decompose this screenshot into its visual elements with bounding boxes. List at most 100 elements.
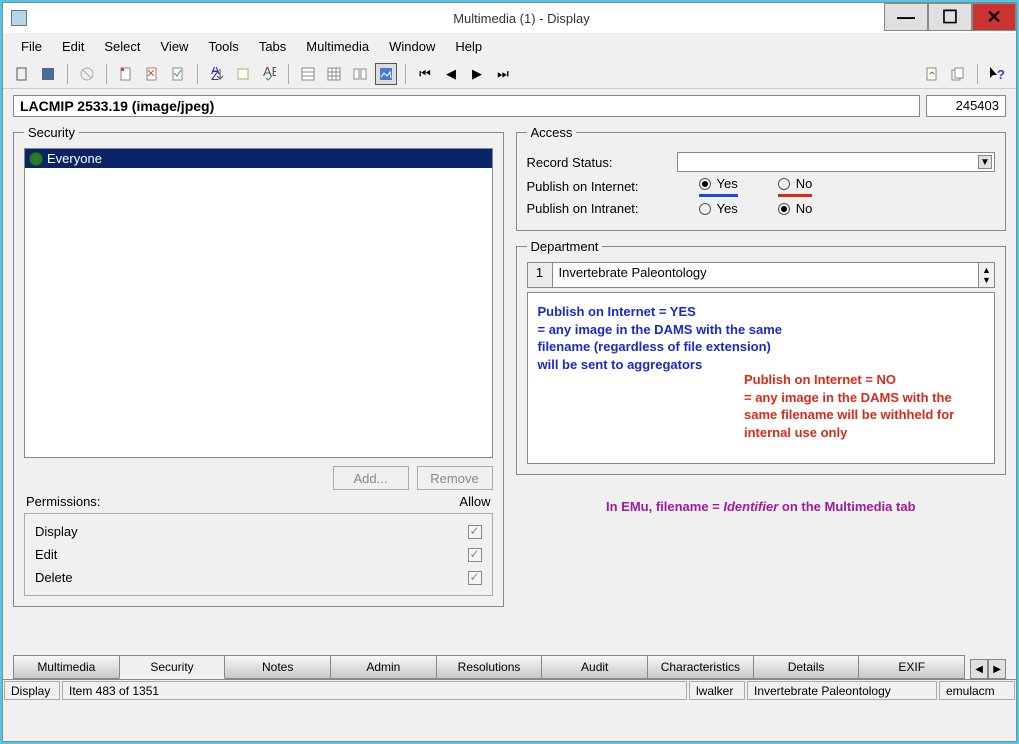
image-icon[interactable]	[375, 63, 397, 85]
first-icon[interactable]: ⏮	[414, 63, 436, 85]
svg-text:?: ?	[997, 67, 1005, 82]
tab-scroll-left-icon[interactable]: ◀	[970, 659, 988, 679]
status-host: emulacm	[939, 681, 1015, 700]
scrollbar-icon[interactable]: ▲▼	[979, 262, 995, 288]
svg-text:A: A	[211, 67, 220, 77]
security-list[interactable]: Everyone	[24, 148, 493, 458]
dim-icon	[76, 63, 98, 85]
menu-tabs[interactable]: Tabs	[251, 35, 294, 58]
record-header: LACMIP 2533.19 (image/jpeg) 245403	[3, 89, 1016, 121]
access-group: Access Record Status: ▼ Publish on Inter…	[516, 125, 1007, 231]
security-item[interactable]: Everyone	[25, 149, 492, 168]
permissions-header: Permissions:	[26, 494, 100, 509]
close-button[interactable]: ✕	[972, 3, 1016, 31]
tab-exif[interactable]: EXIF	[858, 655, 965, 679]
tab-details[interactable]: Details	[753, 655, 860, 679]
next-icon[interactable]: ▶	[466, 63, 488, 85]
doc-icon[interactable]	[115, 63, 137, 85]
copy-icon[interactable]	[947, 63, 969, 85]
toolbar: AZ ABC ⏮ ◀ ▶ ⏭ ?	[3, 59, 1016, 89]
record-status-dropdown[interactable]: ▼	[677, 152, 996, 172]
security-group: Security Everyone Add... Remove Permissi…	[13, 125, 504, 607]
permissions-list: Display Edit Delete	[24, 513, 493, 596]
publish-intranet-label: Publish on Intranet:	[527, 201, 677, 216]
menu-help[interactable]: Help	[447, 35, 490, 58]
allow-header: Allow	[459, 494, 490, 509]
menu-select[interactable]: Select	[96, 35, 148, 58]
annotation-box: Publish on Internet = YES = any image in…	[527, 292, 996, 464]
svg-text:ABC: ABC	[263, 67, 276, 79]
cards-icon[interactable]	[349, 63, 371, 85]
status-dept: Invertebrate Paleontology	[747, 681, 937, 700]
menu-multimedia[interactable]: Multimedia	[298, 35, 377, 58]
save-icon[interactable]	[37, 63, 59, 85]
chevron-down-icon: ▼	[978, 155, 992, 169]
tab-notes[interactable]: Notes	[224, 655, 331, 679]
perm-display-checkbox[interactable]	[468, 525, 482, 539]
globe-icon	[29, 152, 43, 166]
annotation-red: Publish on Internet = NO = any image in …	[744, 371, 974, 441]
tab-admin[interactable]: Admin	[330, 655, 437, 679]
tab-row: Multimedia Security Notes Admin Resoluti…	[3, 655, 1016, 679]
app-window: Multimedia (1) - Display — ☐ ✕ File Edit…	[2, 2, 1017, 742]
minimize-button[interactable]: —	[884, 3, 928, 31]
annotation-blue: Publish on Internet = YES = any image in…	[538, 303, 788, 373]
record-count: 245403	[926, 95, 1006, 117]
new-icon[interactable]	[11, 63, 33, 85]
whatsthis-icon[interactable]: ?	[986, 63, 1008, 85]
security-legend: Security	[24, 125, 79, 140]
statusbar: Display Item 483 of 1351 lwalker Inverte…	[3, 679, 1016, 701]
app-icon	[11, 10, 27, 26]
record-status-label: Record Status:	[527, 155, 677, 170]
perm-delete-label: Delete	[35, 570, 73, 585]
menu-edit[interactable]: Edit	[54, 35, 92, 58]
grid-icon[interactable]	[323, 63, 345, 85]
tab-characteristics[interactable]: Characteristics	[647, 655, 754, 679]
perm-display-label: Display	[35, 524, 78, 539]
department-group: Department 1 Invertebrate Paleontology ▲…	[516, 239, 1007, 475]
prev-icon[interactable]: ◀	[440, 63, 462, 85]
perm-delete-checkbox[interactable]	[468, 571, 482, 585]
export-icon[interactable]	[921, 63, 943, 85]
window-controls: — ☐ ✕	[884, 3, 1016, 31]
menu-window[interactable]: Window	[381, 35, 443, 58]
window-title: Multimedia (1) - Display	[35, 11, 1008, 26]
access-legend: Access	[527, 125, 577, 140]
tab-resolutions[interactable]: Resolutions	[436, 655, 543, 679]
maximize-button[interactable]: ☐	[928, 3, 972, 31]
publish-intranet-no[interactable]: No	[778, 201, 813, 216]
titlebar: Multimedia (1) - Display — ☐ ✕	[3, 3, 1016, 33]
tab-multimedia[interactable]: Multimedia	[13, 655, 120, 679]
tab-audit[interactable]: Audit	[541, 655, 648, 679]
menubar: File Edit Select View Tools Tabs Multime…	[3, 33, 1016, 59]
record-name: LACMIP 2533.19 (image/jpeg)	[13, 95, 920, 117]
department-value[interactable]: Invertebrate Paleontology	[553, 262, 980, 288]
perm-edit-checkbox[interactable]	[468, 548, 482, 562]
perm-edit-label: Edit	[35, 547, 57, 562]
menu-file[interactable]: File	[13, 35, 50, 58]
doc-x-icon[interactable]	[141, 63, 163, 85]
publish-internet-no[interactable]: No	[778, 176, 813, 197]
status-user: lwalker	[689, 681, 745, 700]
sort-icon[interactable]: AZ	[206, 63, 228, 85]
last-icon[interactable]: ⏭	[492, 63, 514, 85]
security-item-label: Everyone	[47, 151, 102, 166]
annotation-purple: In EMu, filename = Identifier on the Mul…	[516, 499, 1007, 514]
status-mode: Display	[4, 681, 60, 700]
remove-button[interactable]: Remove	[417, 466, 493, 490]
form-icon[interactable]	[297, 63, 319, 85]
menu-view[interactable]: View	[153, 35, 197, 58]
tab-security[interactable]: Security	[119, 655, 226, 679]
doc-check-icon[interactable]	[167, 63, 189, 85]
department-index: 1	[527, 262, 553, 288]
status-item: Item 483 of 1351	[62, 681, 687, 700]
add-button[interactable]: Add...	[333, 466, 409, 490]
publish-intranet-yes[interactable]: Yes	[699, 201, 738, 216]
department-legend: Department	[527, 239, 603, 254]
publish-internet-label: Publish on Internet:	[527, 179, 677, 194]
menu-tools[interactable]: Tools	[200, 35, 246, 58]
notepad-icon[interactable]	[232, 63, 254, 85]
spellcheck-icon[interactable]: ABC	[258, 63, 280, 85]
publish-internet-yes[interactable]: Yes	[699, 176, 738, 197]
tab-scroll-right-icon[interactable]: ▶	[988, 659, 1006, 679]
